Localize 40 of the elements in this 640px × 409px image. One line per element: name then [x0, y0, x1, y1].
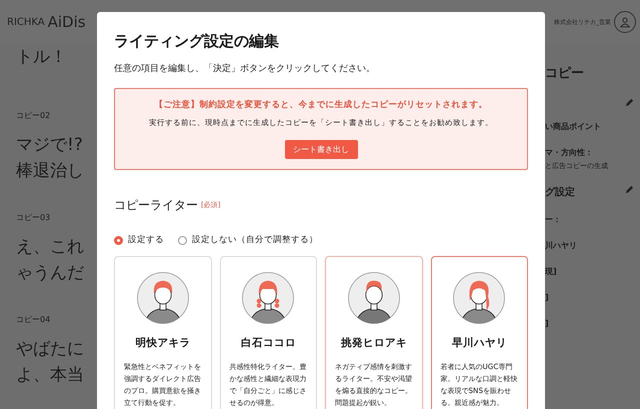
copy-label: コピー03 — [16, 212, 52, 224]
section-heading: グ設定 — [545, 185, 575, 200]
setting-text: ー： — [545, 214, 562, 226]
copy-text: ゃうんだ — [16, 262, 85, 285]
logo-brand: RICHKA — [7, 16, 45, 30]
copy-text: よ、本当 — [16, 364, 85, 387]
avatar-icon — [136, 270, 190, 325]
dialog-title: ライティング設定の編集 — [114, 31, 280, 52]
radio-icon[interactable] — [178, 236, 187, 245]
radio-option[interactable]: 設定する — [114, 234, 164, 247]
copy-text: トル！ — [16, 46, 68, 69]
section-heading: コピー — [545, 65, 585, 83]
pencil-icon[interactable] — [625, 185, 634, 194]
setting-text: マ・方向性： — [545, 146, 594, 158]
logo-product: AiDis — [48, 14, 86, 30]
copy-text: 棒退治し — [16, 160, 85, 183]
warning-text: 【ご注意】制約設定を変更すると、今までに生成したコピーがリセットされます。 — [154, 99, 488, 112]
radio-option[interactable]: 設定しない（自分で調整する） — [178, 234, 318, 247]
setting-text: ] — [545, 318, 550, 330]
avatar-icon — [346, 270, 401, 325]
copy-text: やばたに — [16, 338, 85, 361]
writer-name: 挑発ヒロアキ — [340, 336, 407, 351]
avatar-icon — [452, 270, 506, 325]
copy-text: え、これ — [16, 236, 85, 259]
setting-text: 川ハヤリ — [545, 240, 578, 252]
section-label: コピーライター — [114, 197, 198, 214]
user-avatar-icon[interactable] — [614, 11, 636, 33]
writer-name: 明快アキラ — [135, 336, 190, 351]
copy-label: コピー02 — [16, 110, 52, 122]
setting-text: い商品ポイント — [545, 120, 602, 132]
radio-icon[interactable] — [114, 236, 123, 245]
copy-label: コピー04 — [16, 314, 52, 326]
avatar-icon — [241, 270, 296, 325]
copy-text: マジで!? — [16, 134, 84, 157]
setting-text: 現] — [545, 266, 558, 278]
writer-name: 白石ココロ — [240, 336, 296, 351]
dialog-subtitle: 任意の項目を編集し、「決定」ボタンをクリックしてください。 — [114, 62, 376, 76]
writer-name: 早川ハヤリ — [452, 336, 507, 351]
pencil-icon[interactable] — [625, 98, 634, 106]
setting-text: ] — [545, 292, 550, 304]
